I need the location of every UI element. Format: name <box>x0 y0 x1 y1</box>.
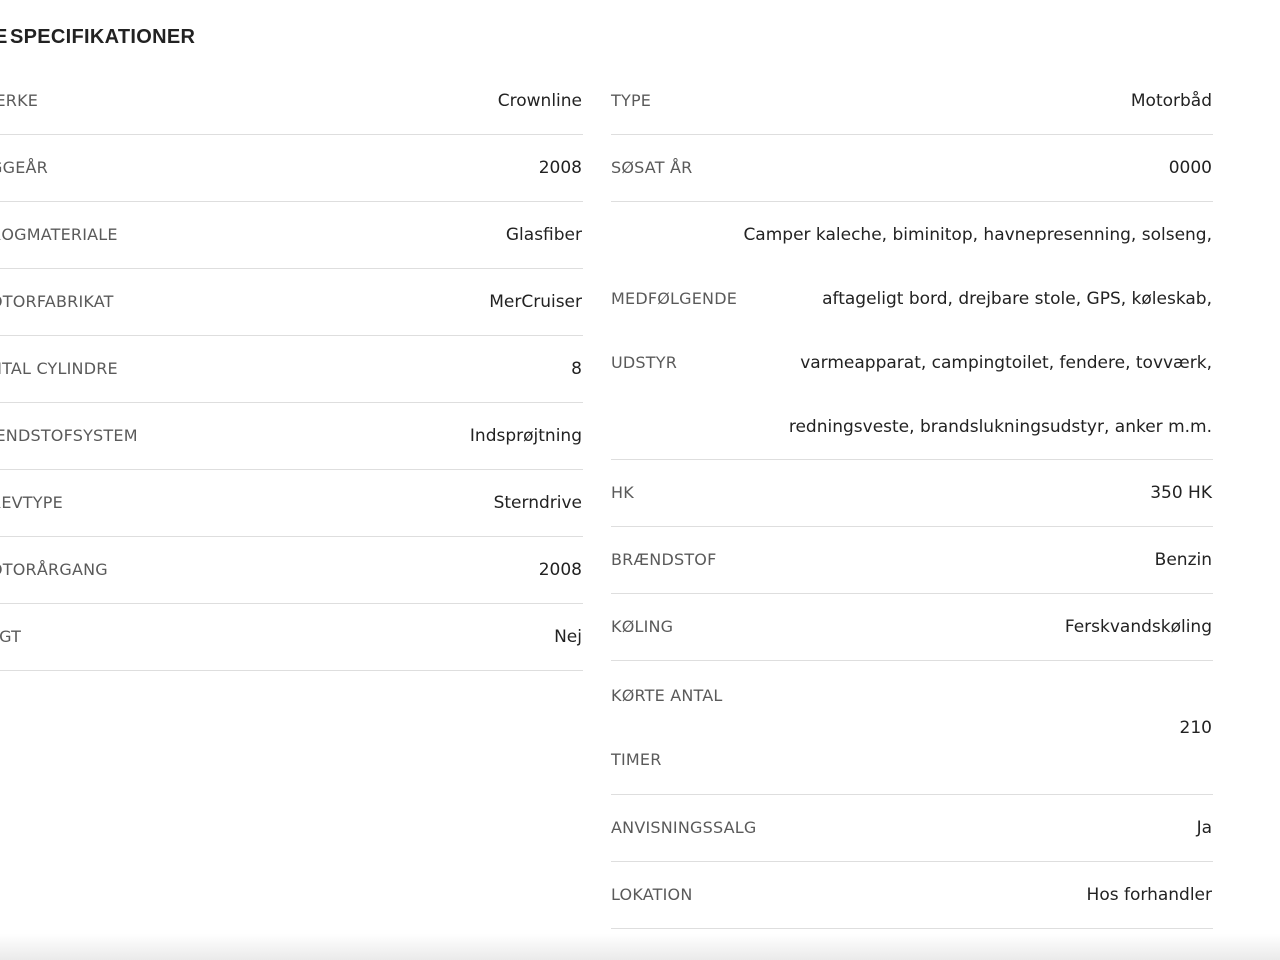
spec-label-line: TIMER <box>611 749 662 769</box>
section-title-text: SPECIFIKATIONER <box>10 26 196 48</box>
spec-label: OTORFABRIKAT <box>0 292 114 311</box>
spec-list-right: TYPE Motorbåd SØSAT ÅR 0000 MEDFØLGENDE U… <box>611 68 1213 929</box>
spec-label: ÆNDSTOFSYSTEM <box>0 426 138 445</box>
spec-label: SØSAT ÅR <box>611 158 693 177</box>
spec-row-sold: LGT Nej <box>0 604 583 671</box>
spec-value: Nej <box>554 627 582 647</box>
spec-row-brand: ÆRKE Crownline <box>0 68 583 135</box>
spec-value: 210 <box>1179 717 1212 738</box>
spec-label: HK <box>611 483 634 502</box>
spec-value: Ja <box>1196 818 1212 838</box>
spec-label: MEDFØLGENDE UDSTYR <box>611 267 741 395</box>
spec-value: 2008 <box>538 158 582 178</box>
spec-label: GGEÅR <box>0 158 48 177</box>
spec-value: Motorbåd <box>1130 91 1212 111</box>
spec-value: MerCruiser <box>489 292 582 312</box>
spec-row-build-year: GGEÅR 2008 <box>0 135 583 202</box>
spec-value: 8 <box>571 359 582 379</box>
spec-value: Benzin <box>1154 550 1212 570</box>
title-marker: E <box>0 26 8 48</box>
spec-value: 2008 <box>538 560 582 580</box>
spec-row-referral-sale: ANVISNINGSSALG Ja <box>611 795 1213 862</box>
spec-label: LOKATION <box>611 885 693 904</box>
spec-value: 350 HK <box>1150 483 1212 503</box>
spec-value: Indsprøjtning <box>469 426 582 446</box>
section-title: E SPECIFIKATIONER <box>0 26 195 49</box>
spec-row-drive-type: REVTYPE Sterndrive <box>0 470 583 537</box>
equipment-line: redningsveste, brandslukningsudstyr, ank… <box>788 416 1212 437</box>
spec-label: BRÆNDSTOF <box>611 550 717 569</box>
spec-label: LGT <box>0 627 22 646</box>
spec-label: ROGMATERIALE <box>0 225 118 244</box>
spec-label-line: MEDFØLGENDE <box>611 288 738 308</box>
spec-row-fuel: BRÆNDSTOF Benzin <box>611 527 1213 594</box>
equipment-line: aftageligt bord, drejbare stole, GPS, kø… <box>822 288 1212 309</box>
spec-value: Sterndrive <box>493 493 582 513</box>
spec-row-engine-make: OTORFABRIKAT MerCruiser <box>0 269 583 336</box>
spec-label: NTAL CYLINDRE <box>0 359 118 378</box>
spec-label: KØLING <box>611 617 674 636</box>
spec-row-equipment: MEDFØLGENDE UDSTYR Camper kaleche, bimini… <box>611 202 1213 460</box>
spec-row-type: TYPE Motorbåd <box>611 68 1213 135</box>
spec-row-cooling: KØLING Ferskvandskøling <box>611 594 1213 661</box>
spec-row-location: LOKATION Hos forhandler <box>611 862 1213 929</box>
equipment-line: Camper kaleche, biminitop, havnepresenni… <box>743 224 1212 245</box>
spec-value: Camper kaleche, biminitop, havnepresenni… <box>742 203 1213 459</box>
spec-label-line: UDSTYR <box>611 352 678 372</box>
spec-row-launched-year: SØSAT ÅR 0000 <box>611 135 1213 202</box>
spec-row-engine-hours: KØRTE ANTAL TIMER 210 <box>611 661 1213 795</box>
spec-label: TYPE <box>611 91 652 110</box>
spec-list-left: ÆRKE Crownline GGEÅR 2008 ROGMATERIALE G… <box>0 68 583 671</box>
spec-row-engine-year: OTORÅRGANG 2008 <box>0 537 583 604</box>
spec-row-fuel-system: ÆNDSTOFSYSTEM Indsprøjtning <box>0 403 583 470</box>
spec-value: 0000 <box>1168 158 1212 178</box>
spec-value: Hos forhandler <box>1086 885 1212 905</box>
spec-label: ANVISNINGSSALG <box>611 818 757 837</box>
spec-label: ÆRKE <box>0 91 39 110</box>
spec-label-line: KØRTE ANTAL <box>611 685 723 705</box>
spec-label: KØRTE ANTAL TIMER <box>611 664 741 792</box>
spec-row-horsepower: HK 350 HK <box>611 460 1213 527</box>
spec-value: Ferskvandskøling <box>1064 617 1212 637</box>
spec-label: OTORÅRGANG <box>0 560 108 579</box>
bottom-fade <box>0 934 1280 960</box>
spec-value: Crownline <box>497 91 582 111</box>
spec-row-hull-material: ROGMATERIALE Glasfiber <box>0 202 583 269</box>
equipment-line: varmeapparat, campingtoilet, fendere, to… <box>800 352 1212 373</box>
spec-label: REVTYPE <box>0 493 63 512</box>
spec-row-cylinders: NTAL CYLINDRE 8 <box>0 336 583 403</box>
spec-value: Glasfiber <box>505 225 582 245</box>
